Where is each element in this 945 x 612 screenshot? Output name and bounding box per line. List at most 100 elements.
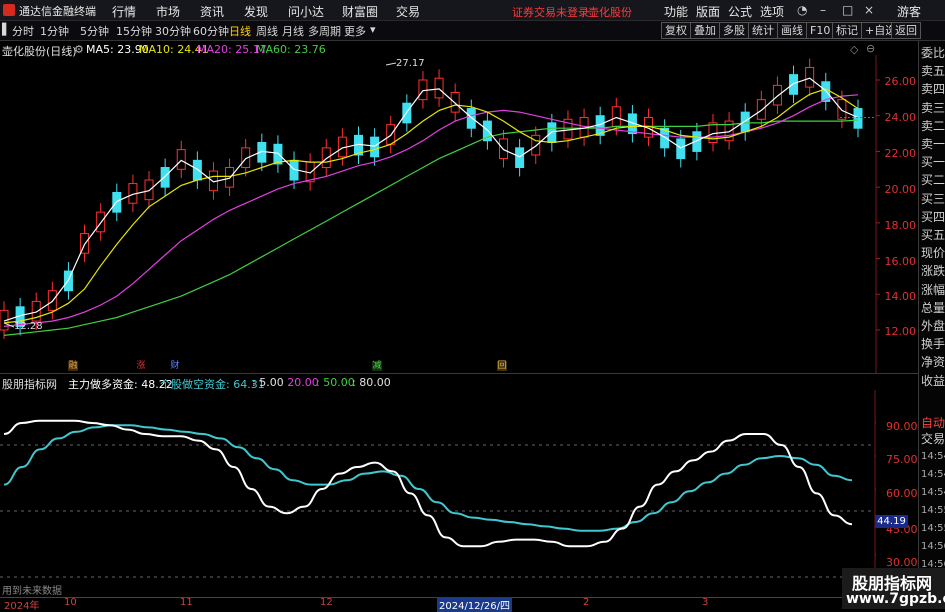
price-chart[interactable] xyxy=(0,55,918,373)
future-data-notice: 用到未来数据 xyxy=(2,586,62,597)
menu-item-news[interactable]: 资讯 xyxy=(200,3,224,20)
level-50: : 50.00 xyxy=(316,376,355,389)
period-weekly[interactable]: 周线 xyxy=(256,23,278,39)
menu-item-markets[interactable]: 市场 xyxy=(156,3,180,20)
mark-button[interactable]: 标记 xyxy=(832,22,862,39)
tick-time-0: 14:54 xyxy=(921,451,945,462)
period-1min[interactable]: 1分钟 xyxy=(40,23,69,39)
quote-item-10[interactable]: 买五 xyxy=(921,227,945,243)
candle-body xyxy=(192,159,202,181)
candle-body xyxy=(434,77,444,99)
quote-item-3[interactable]: 卖三 xyxy=(921,100,945,116)
candle-body xyxy=(756,99,766,120)
toolbar-bar-icon[interactable]: ▌ xyxy=(2,23,10,36)
menu-item-ask[interactable]: 问小达 xyxy=(288,3,324,20)
period-60min[interactable]: 60分钟 xyxy=(193,23,229,39)
candle-body xyxy=(772,84,782,106)
quote-item-8[interactable]: 买三 xyxy=(921,191,945,207)
menu-item-discover[interactable]: 发现 xyxy=(244,3,268,20)
overlay-button[interactable]: 叠加 xyxy=(690,22,720,39)
candle-body xyxy=(370,136,380,158)
app-title: 通达信金融终端 xyxy=(19,5,96,18)
quote-item-4[interactable]: 卖二 xyxy=(921,118,945,134)
level-5: : 5.00 xyxy=(252,376,284,389)
tick-time-3: 14:55 xyxy=(921,505,945,516)
x-label-2024: 2024年 xyxy=(4,601,40,612)
event-marker-buyback[interactable]: 回 xyxy=(497,361,507,371)
price-tick-24: 24.00 xyxy=(884,111,917,124)
collapse-icon[interactable]: ⊖ xyxy=(866,42,875,55)
period-intraday[interactable]: 分时 xyxy=(12,23,34,39)
draw-line-button[interactable]: 画线 xyxy=(777,22,807,39)
user-icon[interactable]: ◔ xyxy=(797,3,807,17)
ma60-line xyxy=(3,119,859,336)
minimize-icon[interactable]: – xyxy=(820,3,826,17)
mode-trade[interactable]: 交易 xyxy=(921,431,945,447)
guest-label[interactable]: 游客 xyxy=(897,3,921,20)
event-marker-finance[interactable]: 财 xyxy=(170,361,180,371)
maximize-icon[interactable]: □ xyxy=(842,3,853,17)
price-tick-26: 26.00 xyxy=(884,75,917,88)
period-multi[interactable]: 多周期 xyxy=(308,23,341,39)
candle-body xyxy=(450,92,460,113)
quote-item-16[interactable]: 换手 xyxy=(921,336,945,352)
event-marker-margin[interactable]: 融 xyxy=(68,361,78,371)
candle-body xyxy=(515,147,525,168)
quote-item-15[interactable]: 外盘 xyxy=(921,318,945,334)
price-tick-12: 12.00 xyxy=(884,325,917,338)
quote-item-1[interactable]: 卖五 xyxy=(921,63,945,79)
candle-body xyxy=(144,179,154,201)
menu-item-formula[interactable]: 公式 xyxy=(728,3,752,20)
watermark-url: www.7gpzb.com xyxy=(846,591,945,607)
f10-button[interactable]: F10 xyxy=(806,22,835,39)
menu-item-layout[interactable]: 版面 xyxy=(696,3,720,20)
menu-item-fortune[interactable]: 财富圈 xyxy=(342,3,378,20)
adjust-button[interactable]: 复权 xyxy=(661,22,691,39)
candle-body xyxy=(789,74,799,95)
mode-auto[interactable]: 自动 xyxy=(921,415,945,431)
quote-item-2[interactable]: 卖四 xyxy=(921,81,945,97)
period-30min[interactable]: 30分钟 xyxy=(155,23,191,39)
quote-item-12[interactable]: 涨跌 xyxy=(921,263,945,279)
quote-item-7[interactable]: 买二 xyxy=(921,172,945,188)
indicator-chart[interactable] xyxy=(0,390,876,596)
quote-item-17[interactable]: 净资 xyxy=(921,354,945,370)
chevron-down-icon[interactable]: ▾ xyxy=(370,23,376,36)
high-pointer xyxy=(385,62,397,66)
multi-stock-button[interactable]: 多股 xyxy=(719,22,749,39)
event-marker-limit-up[interactable]: 涨 xyxy=(136,361,146,371)
ind-tick-90: 90.00 xyxy=(886,420,918,433)
period-5min[interactable]: 5分钟 xyxy=(80,23,109,39)
quote-item-0[interactable]: 委比 xyxy=(921,45,945,61)
quote-item-5[interactable]: 卖一 xyxy=(921,136,945,152)
tick-time-5: 14:56 xyxy=(921,541,945,552)
quote-side-panel: 委比卖五卖四卖三卖二卖一买一买二买三买四买五现价涨跌涨幅总量外盘换手净资收益 自… xyxy=(918,41,945,609)
x-label-3: 3 xyxy=(702,597,709,608)
period-daily[interactable]: 日线 xyxy=(229,23,251,39)
menu-item-market[interactable]: 行情 xyxy=(112,3,136,20)
quote-item-11[interactable]: 现价 xyxy=(921,245,945,261)
quote-item-6[interactable]: 买一 xyxy=(921,154,945,170)
price-tick-20: 20.00 xyxy=(884,183,917,196)
quote-item-9[interactable]: 买四 xyxy=(921,209,945,225)
menu-item-trade[interactable]: 交易 xyxy=(396,3,420,20)
pane-divider xyxy=(0,373,918,374)
quote-item-13[interactable]: 涨幅 xyxy=(921,282,945,298)
low-price-label: 12.28 xyxy=(14,321,43,332)
statistics-button[interactable]: 统计 xyxy=(748,22,778,39)
period-monthly[interactable]: 月线 xyxy=(282,23,304,39)
current-stock-name: 壶化股份 xyxy=(588,6,632,19)
event-marker-reduce[interactable]: 减 xyxy=(372,361,382,371)
candle-body xyxy=(853,108,863,129)
login-warning[interactable]: 证券交易未登录 xyxy=(512,4,589,20)
close-icon[interactable]: × xyxy=(864,3,874,17)
quote-item-18[interactable]: 收益 xyxy=(921,373,945,389)
menu-item-options[interactable]: 选项 xyxy=(760,3,784,20)
tick-time-1: 14:54 xyxy=(921,469,945,480)
back-button[interactable]: 返回 xyxy=(891,22,921,39)
candle-body xyxy=(676,138,686,160)
quote-item-14[interactable]: 总量 xyxy=(921,300,945,316)
period-more[interactable]: 更多 xyxy=(344,23,366,39)
menu-item-function[interactable]: 功能 xyxy=(664,3,688,20)
period-15min[interactable]: 15分钟 xyxy=(116,23,152,39)
